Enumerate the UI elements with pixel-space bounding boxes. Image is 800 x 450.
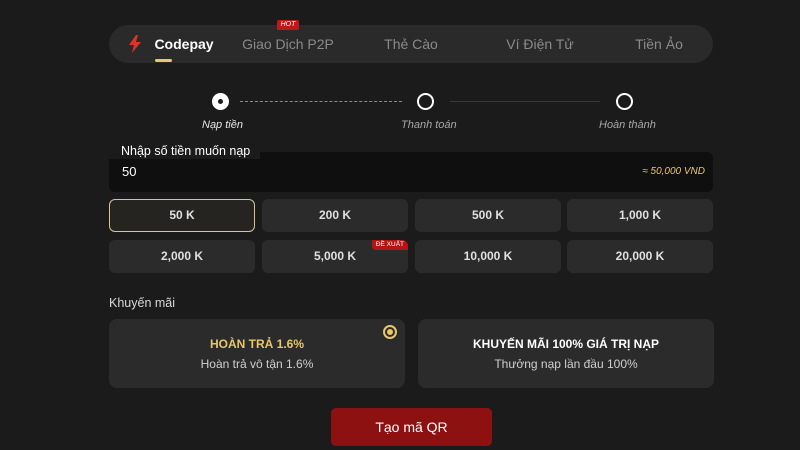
amount-option-5000k[interactable]: 5,000 K ĐỀ XUẤT — [262, 240, 408, 273]
promo-card-first-deposit[interactable]: KHUYẾN MÃI 100% GIÁ TRỊ NẠP Thưởng nạp l… — [418, 319, 714, 388]
tab-label: Ví Điện Tử — [506, 36, 574, 52]
tab-label: Giao Dịch P2P — [242, 36, 334, 52]
step-indicator-complete — [616, 93, 633, 110]
promo-card-cashback[interactable]: HOÀN TRẢ 1.6% Hoàn trả vô tận 1.6% — [109, 319, 405, 388]
amount-option-label: 1,000 K — [618, 208, 662, 222]
promo-description: Thưởng nạp lần đầu 100% — [494, 357, 638, 371]
amount-option-label: 2,000 K — [160, 249, 204, 263]
promo-name: KHUYẾN MÃI 100% GIÁ TRỊ NẠP — [472, 337, 660, 351]
amount-option-label: 5,000 K — [313, 249, 357, 263]
create-qr-button[interactable]: Tạo mã QR — [331, 408, 492, 446]
tab-label: Tiền Ảo — [635, 36, 683, 52]
amount-option-label: 50 K — [169, 208, 195, 222]
tab-scratch-card[interactable]: Thẻ Cào — [369, 25, 453, 63]
tab-e-wallet[interactable]: Ví Điện Tử — [490, 25, 590, 63]
amount-option-2000k[interactable]: 2,000 K — [109, 240, 255, 273]
amount-option-label: 20,000 K — [615, 249, 665, 263]
amount-option-label: 10,000 K — [463, 249, 513, 263]
promo-description: Hoàn trả vô tận 1.6% — [200, 357, 314, 371]
radio-selected-icon[interactable] — [383, 325, 397, 339]
amount-option-500k[interactable]: 500 K — [415, 199, 561, 232]
step-indicator-payment — [417, 93, 434, 110]
promotions-title: Khuyến mãi — [109, 296, 176, 310]
tab-label: Thẻ Cào — [384, 36, 438, 52]
hot-badge: HOT — [277, 20, 299, 30]
step-label-complete: Hoàn thành — [599, 119, 656, 131]
active-tab-indicator — [155, 59, 172, 62]
step-connector — [450, 101, 600, 102]
step-indicator-deposit — [212, 93, 229, 110]
step-label-deposit: Nạp tiền — [202, 119, 243, 131]
amount-option-label: 500 K — [471, 208, 505, 222]
converted-amount: ≈ 50,000 VND — [642, 166, 705, 177]
amount-input[interactable] — [122, 164, 422, 179]
lightning-bolt-icon — [129, 35, 141, 53]
amount-option-50k[interactable]: 50 K — [109, 199, 255, 232]
step-connector — [240, 101, 402, 102]
step-label-payment: Thanh toán — [401, 119, 457, 131]
tab-label: Codepay — [154, 36, 214, 52]
tab-codepay[interactable]: Codepay — [123, 25, 223, 63]
promo-name: HOÀN TRẢ 1.6% — [209, 337, 304, 351]
recommended-badge: ĐỀ XUẤT — [371, 240, 408, 250]
amount-option-label: 200 K — [318, 208, 352, 222]
amount-option-10000k[interactable]: 10,000 K — [415, 240, 561, 273]
tab-crypto[interactable]: Tiền Ảo — [619, 25, 699, 63]
amount-option-200k[interactable]: 200 K — [262, 199, 408, 232]
payment-method-tabs: Codepay Giao Dịch P2P Thẻ Cào Ví Điện Tử… — [109, 25, 713, 63]
tab-p2p[interactable]: Giao Dịch P2P — [233, 25, 343, 63]
amount-input-label: Nhập số tiền muốn nạp — [109, 143, 261, 159]
amount-option-20000k[interactable]: 20,000 K — [567, 240, 713, 273]
amount-option-1000k[interactable]: 1,000 K — [567, 199, 713, 232]
